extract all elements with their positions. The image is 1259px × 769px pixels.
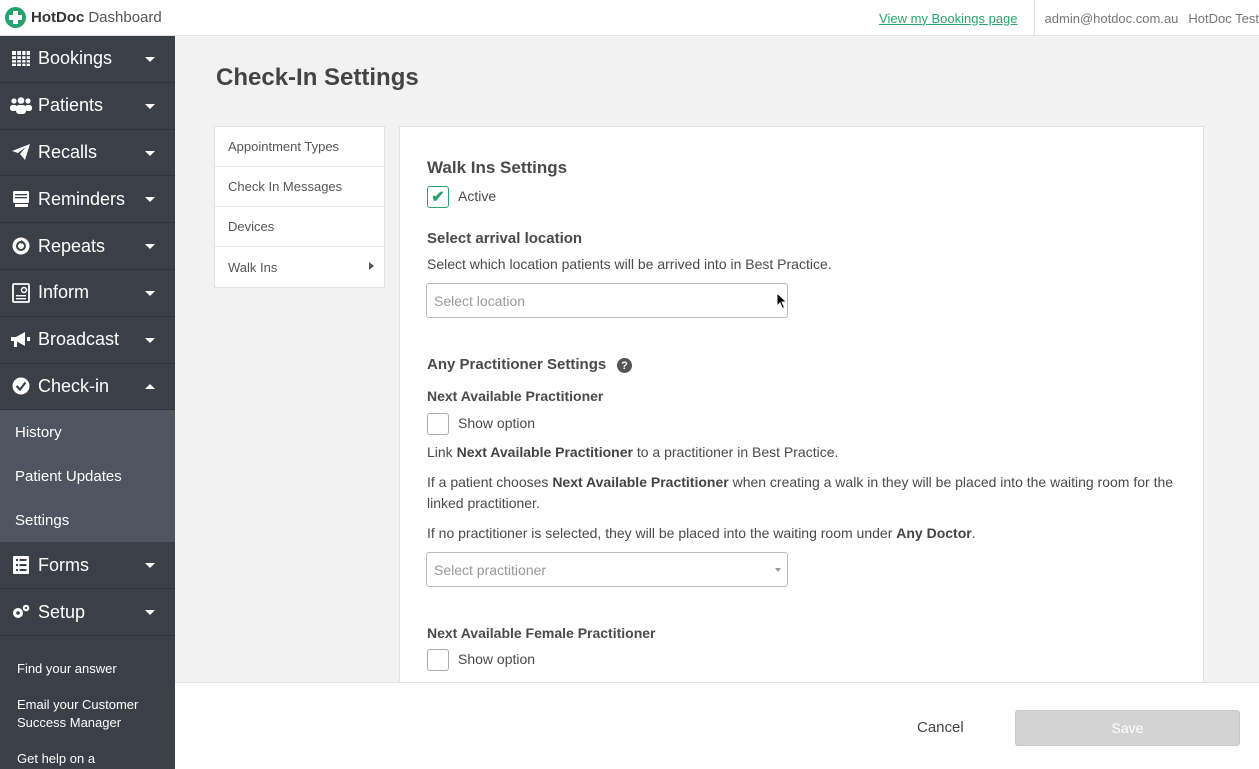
view-bookings-link[interactable]: View my Bookings page	[879, 11, 1018, 26]
sidebar-subitem-patient-updates[interactable]: Patient Updates	[0, 454, 175, 498]
sidebar-item-label: Setup	[38, 601, 86, 622]
subnav-label: Walk Ins	[228, 259, 278, 275]
technical-help-link[interactable]: Get help on a technical	[17, 750, 147, 769]
sidebar-item-label: Patients	[38, 95, 104, 116]
next-available-title: Next Available Practitioner	[427, 388, 604, 404]
hotdoc-logo-icon	[5, 7, 26, 28]
sidebar-item-reminders[interactable]: Reminders	[0, 176, 175, 224]
active-checkbox[interactable]: ✔	[427, 186, 449, 208]
sidebar-item-broadcast[interactable]: Broadcast	[0, 317, 175, 364]
caret-right-icon	[369, 262, 374, 270]
top-right: View my Bookings page admin@hotdoc.com.a…	[879, 0, 1259, 36]
caret-down-icon	[145, 244, 155, 250]
caret-down-icon	[145, 150, 155, 156]
org-name[interactable]: HotDoc Test	[1188, 11, 1259, 26]
sidebar-item-forms[interactable]: Forms	[0, 542, 175, 590]
caret-down-icon	[145, 197, 155, 203]
users-icon	[10, 97, 32, 115]
check-circle-icon	[10, 377, 32, 395]
practitioner-select-placeholder: Select practitioner	[434, 561, 547, 578]
female-show-checkbox[interactable]	[427, 649, 449, 671]
email-csm-link[interactable]: Email your Customer Success Manager	[17, 696, 147, 732]
sidebar-subitem-settings[interactable]: Settings	[0, 498, 175, 542]
sidebar: Bookings Patients Recalls Reminders Repe…	[0, 36, 175, 769]
walk-in-placement-text: If a patient chooses Next Available Prac…	[427, 474, 1174, 511]
caret-down-icon	[145, 57, 155, 62]
sidebar-item-label: Bookings	[38, 48, 113, 69]
sidebar-item-label: Broadcast	[38, 329, 120, 350]
caret-down-icon	[145, 337, 155, 343]
sidebar-item-label: Forms	[38, 554, 89, 575]
settings-subnav: Appointment Types Check In Messages Devi…	[214, 126, 385, 288]
subnav-devices[interactable]: Devices	[215, 207, 384, 247]
sidebar-item-inform[interactable]: Inform	[0, 270, 175, 317]
gears-icon	[10, 603, 32, 621]
top-bar: HotDoc Dashboard View my Bookings page a…	[0, 0, 1259, 36]
brand-name: HotDoc	[31, 9, 85, 26]
save-button[interactable]: Save	[1015, 710, 1240, 746]
sidebar-help-links: Find your answer Email your Customer Suc…	[0, 636, 175, 769]
sidebar-item-patients[interactable]: Patients	[0, 83, 175, 130]
active-label: Active	[458, 188, 497, 204]
action-footer: Cancel Save	[175, 682, 1259, 769]
help-icon[interactable]: ?	[617, 358, 632, 373]
caret-down-icon	[145, 290, 155, 296]
caret-down-icon	[145, 610, 155, 616]
caret-down-icon	[145, 103, 155, 109]
location-select[interactable]: Select location	[426, 283, 788, 318]
settings-content: Walk Ins Settings ✔ Active Select arriva…	[399, 126, 1204, 686]
walk-ins-settings-title: Walk Ins Settings	[427, 158, 568, 177]
caret-down-icon	[145, 563, 155, 569]
message-icon	[10, 190, 32, 208]
megaphone-icon	[10, 331, 32, 349]
check-in-submenu: History Patient Updates Settings	[0, 410, 175, 543]
practitioner-select[interactable]: Select practitioner	[426, 552, 788, 587]
brand[interactable]: HotDoc Dashboard	[0, 0, 162, 36]
next-available-female-title: Next Available Female Practitioner	[427, 625, 656, 641]
brand-subtitle: Dashboard	[88, 9, 162, 26]
document-icon	[10, 282, 32, 303]
find-answer-link[interactable]: Find your answer	[17, 660, 147, 678]
arrival-location-desc: Select which location patients will be a…	[427, 256, 832, 272]
subnav-label: Devices	[228, 219, 275, 234]
subnav-walk-ins[interactable]: Walk Ins	[215, 247, 384, 287]
arrival-location-title: Select arrival location	[427, 230, 583, 247]
subnav-check-in-messages[interactable]: Check In Messages	[215, 167, 384, 207]
no-practitioner-text: If no practitioner is selected, they wil…	[427, 525, 976, 541]
sidebar-item-label: Inform	[38, 282, 90, 303]
subnav-label: Check In Messages	[228, 179, 343, 194]
top-divider	[1033, 0, 1035, 36]
paper-plane-icon	[10, 143, 32, 161]
list-icon	[10, 556, 32, 575]
user-email[interactable]: admin@hotdoc.com.au	[1045, 11, 1179, 26]
location-select-placeholder: Select location	[434, 292, 526, 309]
sidebar-subitem-history[interactable]: History	[0, 410, 175, 454]
calendar-grid-icon	[10, 50, 32, 68]
sidebar-item-label: Check-in	[38, 375, 110, 396]
sidebar-item-recalls[interactable]: Recalls	[0, 130, 175, 177]
caret-down-icon	[775, 568, 781, 572]
subnav-appointment-types[interactable]: Appointment Types	[215, 127, 384, 167]
sidebar-item-label: Reminders	[38, 188, 126, 209]
sidebar-item-setup[interactable]: Setup	[0, 589, 175, 636]
cancel-button[interactable]: Cancel	[917, 719, 964, 736]
page-title: Check-In Settings	[216, 64, 419, 91]
next-available-show-checkbox[interactable]	[427, 413, 449, 435]
sidebar-item-label: Recalls	[38, 141, 98, 162]
caret-up-icon	[145, 383, 155, 389]
repeat-icon	[10, 237, 32, 255]
sidebar-item-bookings[interactable]: Bookings	[0, 36, 175, 83]
show-option-label: Show option	[458, 415, 536, 431]
sidebar-item-check-in[interactable]: Check-in	[0, 364, 175, 411]
female-show-option-label: Show option	[458, 651, 536, 667]
any-practitioner-title: Any Practitioner Settings	[427, 356, 607, 373]
link-practitioner-text: Link Next Available Practitioner to a pr…	[427, 444, 839, 460]
sidebar-item-repeats[interactable]: Repeats	[0, 223, 175, 270]
sidebar-item-label: Repeats	[38, 235, 106, 256]
subnav-label: Appointment Types	[228, 139, 340, 154]
